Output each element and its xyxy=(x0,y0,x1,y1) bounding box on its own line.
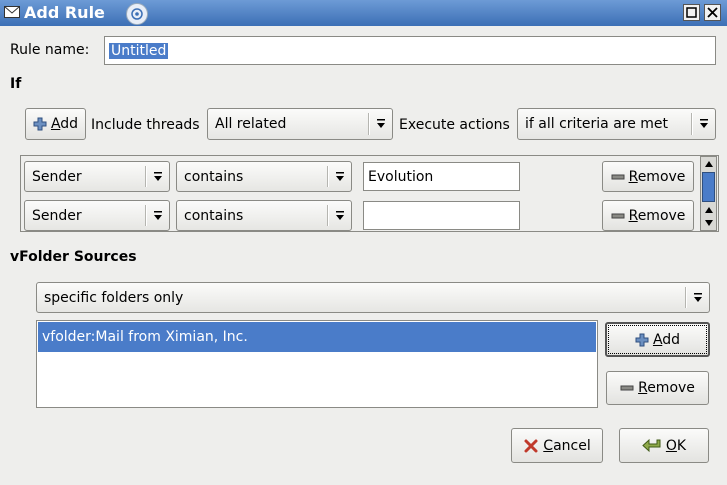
envelope-icon xyxy=(4,6,20,18)
criterion-value-text: Evolution xyxy=(368,168,434,185)
ok-label-rest: K xyxy=(676,437,687,454)
rule-name-label: Rule name: xyxy=(10,42,90,58)
criteria-list: Sender contains Evolution Remove Sender … xyxy=(20,155,719,232)
ok-button[interactable]: OK xyxy=(619,428,709,463)
close-icon xyxy=(707,7,718,18)
criterion-operator-value: contains xyxy=(184,207,244,224)
remove-label-rest: emove xyxy=(647,380,695,396)
dropdown-arrow-icon xyxy=(700,119,708,128)
remove-criterion-button[interactable]: Remove xyxy=(602,200,694,231)
add-rule-dialog: Add Rule Rule name: Untitled If Add Incl… xyxy=(0,0,727,485)
criterion-field-value: Sender xyxy=(32,207,82,224)
list-item[interactable]: vfolder:Mail from Ximian, Inc. xyxy=(38,322,596,352)
criteria-scrollbar[interactable] xyxy=(700,156,717,231)
sources-list: vfolder:Mail from Ximian, Inc. xyxy=(36,320,598,408)
criterion-field-combo[interactable]: Sender xyxy=(24,161,170,192)
close-window-button[interactable] xyxy=(704,4,721,21)
window-title: Add Rule xyxy=(24,3,105,22)
remove-source-button[interactable]: Remove xyxy=(606,371,709,405)
ok-arrow-icon xyxy=(642,438,661,452)
cancel-x-icon xyxy=(524,439,538,452)
include-threads-value: All related xyxy=(215,116,287,132)
criterion-operator-combo[interactable]: contains xyxy=(176,161,352,192)
dropdown-arrow-icon xyxy=(377,119,385,128)
remove-criterion-button[interactable]: Remove xyxy=(602,161,694,192)
minus-icon xyxy=(611,213,625,218)
execute-actions-label: Execute actions xyxy=(399,117,510,133)
source-item-label: vfolder:Mail from Ximian, Inc. xyxy=(42,329,248,345)
minus-icon xyxy=(620,385,634,391)
dropdown-arrow-icon xyxy=(336,171,344,181)
plus-icon xyxy=(635,333,649,346)
criterion-value-input[interactable] xyxy=(363,201,520,230)
scroll-down-icon[interactable] xyxy=(703,217,715,229)
criterion-field-value: Sender xyxy=(32,168,82,185)
add-label-rest: dd xyxy=(662,331,681,348)
criterion-operator-combo[interactable]: contains xyxy=(176,200,352,231)
add-mnemonic: A xyxy=(652,331,663,348)
remove-label-rest: emove xyxy=(637,207,686,224)
scroll-up-icon[interactable] xyxy=(703,158,715,170)
source-mode-value: specific folders only xyxy=(44,289,184,306)
maximize-icon xyxy=(686,7,697,18)
dropdown-arrow-icon xyxy=(154,171,162,181)
plus-icon xyxy=(33,117,47,131)
rule-name-value: Untitled xyxy=(109,42,169,59)
execute-actions-value: if all criteria are met xyxy=(525,116,669,132)
include-threads-label: Include threads xyxy=(91,117,200,133)
remove-label-rest: emove xyxy=(637,168,686,185)
dropdown-arrow-icon xyxy=(694,292,702,302)
add-mnemonic: A xyxy=(50,116,61,132)
add-source-button[interactable]: Add xyxy=(605,322,710,357)
criterion-field-combo[interactable]: Sender xyxy=(24,200,170,231)
cancel-button[interactable]: Cancel xyxy=(511,428,603,463)
remove-mnemonic: R xyxy=(638,380,648,396)
minus-icon xyxy=(611,174,625,179)
criterion-operator-value: contains xyxy=(184,168,244,185)
vfolder-sources-heading: vFolder Sources xyxy=(10,249,137,265)
add-criterion-button[interactable]: Add xyxy=(25,108,86,140)
remove-mnemonic: R xyxy=(628,168,638,185)
dropdown-arrow-icon xyxy=(336,210,344,220)
maximize-button[interactable] xyxy=(683,4,700,21)
execute-actions-combo[interactable]: if all criteria are met xyxy=(517,108,716,140)
remove-mnemonic: R xyxy=(628,207,638,224)
cancel-label-rest: ancel xyxy=(553,437,591,454)
criterion-value-input[interactable]: Evolution xyxy=(363,162,520,191)
source-mode-combo[interactable]: specific folders only xyxy=(36,282,710,313)
ok-mnemonic: O xyxy=(665,437,677,454)
gnome-logo-icon xyxy=(126,3,148,25)
scroll-up-icon[interactable] xyxy=(703,204,715,216)
if-heading: If xyxy=(10,76,22,92)
include-threads-combo[interactable]: All related xyxy=(207,108,393,140)
cancel-mnemonic: C xyxy=(543,437,554,454)
add-label-rest: dd xyxy=(60,116,79,132)
rule-name-input[interactable]: Untitled xyxy=(104,36,716,65)
scrollbar-thumb[interactable] xyxy=(702,172,715,202)
title-bar[interactable]: Add Rule xyxy=(0,0,727,26)
dropdown-arrow-icon xyxy=(154,210,162,220)
